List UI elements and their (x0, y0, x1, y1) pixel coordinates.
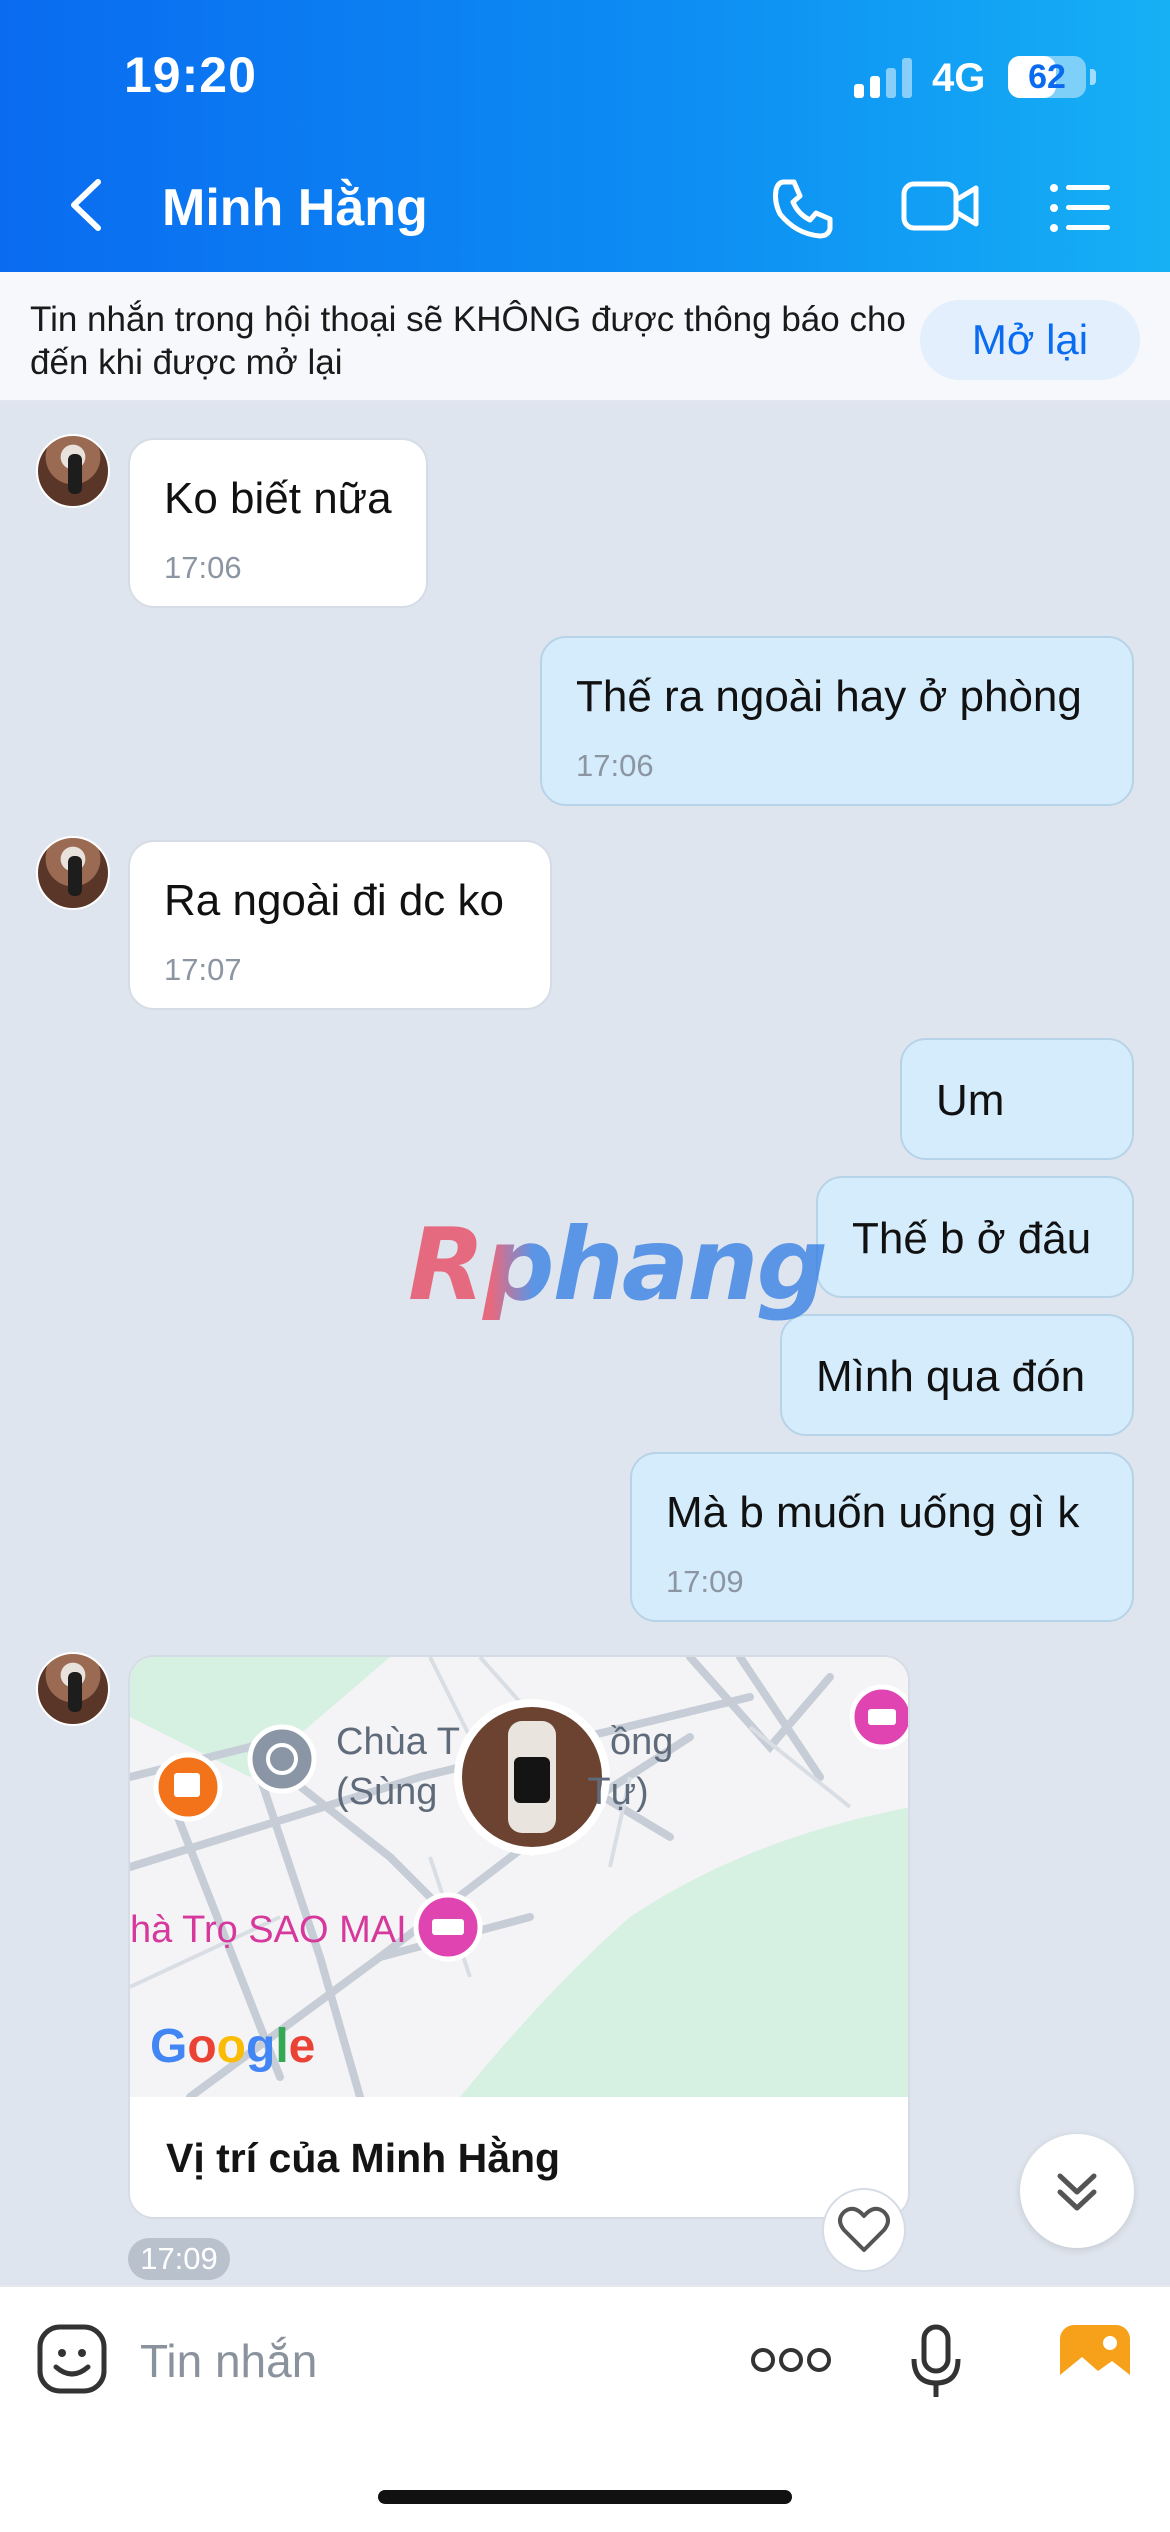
chat-header: 19:20 4G 62 Minh Hằng (0, 0, 1170, 272)
message-text: Thế b ở đâu (852, 1214, 1092, 1263)
map-label-motel: hà Trọ SAO MAI (130, 1909, 407, 1951)
heart-icon (838, 2206, 890, 2252)
message-time: 17:07 (164, 952, 242, 987)
avatar[interactable] (36, 836, 110, 910)
battery-tip (1090, 69, 1096, 85)
message-bubble-incoming[interactable]: Ko biết nữa 17:06 (128, 438, 428, 608)
message-text: Um (936, 1076, 1005, 1125)
message-time-badge: 17:09 (128, 2238, 230, 2280)
message-bubble-outgoing[interactable]: Um (900, 1038, 1134, 1160)
map-label-temple: Chùa Tồng (Sùng Tự) (336, 1721, 674, 1813)
menu-list-icon[interactable] (1048, 180, 1112, 236)
message-text: Ko biết nữa (164, 474, 392, 523)
message-text: Ra ngoài đi dc ko (164, 876, 504, 925)
more-dots-icon[interactable] (750, 2343, 832, 2377)
mute-banner: Tin nhắn trong hội thoại sẽ KHÔNG được t… (0, 272, 1170, 402)
chevron-double-down-icon (1057, 2173, 1097, 2211)
google-logo: Google (150, 2020, 316, 2073)
scroll-to-bottom-button[interactable] (1020, 2134, 1134, 2248)
like-button[interactable] (822, 2188, 906, 2272)
avatar[interactable] (36, 1652, 110, 1726)
unmute-button[interactable]: Mở lại (920, 300, 1140, 380)
gallery-icon[interactable] (1058, 2323, 1132, 2393)
emoji-icon[interactable] (36, 2323, 108, 2395)
network-type: 4G (932, 56, 986, 100)
message-input[interactable] (140, 2329, 700, 2393)
watermark-logo: Rphang (408, 1206, 828, 1323)
message-bubble-incoming[interactable]: Ra ngoài đi dc ko 17:07 (128, 840, 552, 1010)
message-bubble-outgoing[interactable]: Mà b muốn uống gì k 17:09 (630, 1452, 1134, 1622)
location-title: Vị trí của Minh Hằng (166, 2135, 561, 2181)
battery-icon: 62 (1008, 56, 1086, 98)
avatar[interactable] (36, 434, 110, 508)
chat-title[interactable]: Minh Hằng (162, 178, 428, 238)
message-time: 17:06 (576, 748, 654, 783)
back-icon[interactable] (56, 170, 116, 240)
battery-level: 62 (1028, 58, 1066, 96)
video-call-icon[interactable] (900, 176, 980, 236)
message-bubble-outgoing[interactable]: Mình qua đón (780, 1314, 1134, 1436)
message-text: Mình qua đón (816, 1352, 1086, 1401)
status-time: 19:20 (124, 47, 257, 103)
message-time: 17:06 (164, 550, 242, 585)
signal-icon (854, 58, 914, 98)
message-time: 17:09 (666, 1564, 744, 1599)
mute-banner-text: Tin nhắn trong hội thoại sẽ KHÔNG được t… (30, 300, 906, 382)
phone-icon[interactable] (770, 176, 836, 242)
map-preview[interactable]: Chùa Tồng (Sùng Tự) hà Trọ SAO MAI Google (130, 1657, 908, 2097)
home-indicator (378, 2490, 792, 2504)
message-bubble-outgoing[interactable]: Thế b ở đâu (816, 1176, 1134, 1298)
location-card[interactable]: Chùa Tồng (Sùng Tự) hà Trọ SAO MAI Google… (128, 1655, 910, 2219)
message-bubble-outgoing[interactable]: Thế ra ngoài hay ở phòng 17:06 (540, 636, 1134, 806)
microphone-icon[interactable] (908, 2323, 964, 2401)
message-text: Mà b muốn uống gì k (666, 1488, 1080, 1537)
message-text: Thế ra ngoài hay ở phòng (576, 672, 1082, 721)
